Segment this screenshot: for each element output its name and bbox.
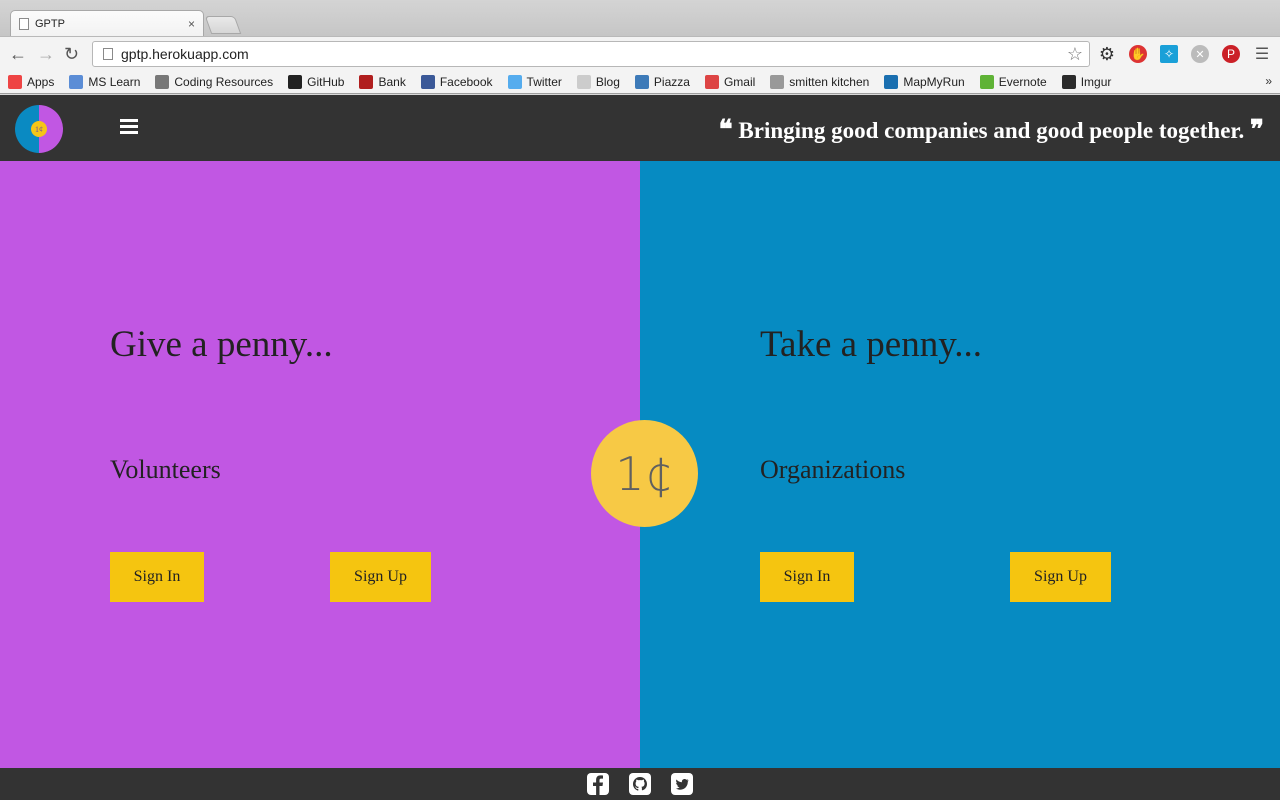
bookmark-label: Blog — [595, 74, 620, 89]
organization-sign-up-button[interactable]: Sign Up — [1010, 552, 1111, 602]
close-extension-icon[interactable]: ✕ — [1191, 45, 1209, 63]
bookmark-favicon-icon — [8, 74, 22, 89]
page-icon — [103, 48, 113, 60]
twitter-icon[interactable] — [670, 772, 694, 796]
bookmark-label: Evernote — [998, 74, 1047, 89]
reload-icon[interactable]: ↻ — [64, 44, 79, 64]
bookmark-apps[interactable]: Apps — [8, 74, 55, 89]
new-tab-button[interactable] — [204, 16, 242, 34]
bookmarks-bar: Apps MS Learn Coding Resources GitHub Bank Fa… — [0, 70, 1280, 94]
hamburger-menu-icon[interactable] — [120, 119, 138, 137]
bookmark-label: Coding Resources — [174, 74, 274, 89]
bookmark-favicon-icon — [1061, 74, 1076, 89]
bookmark-favicon-icon — [576, 74, 591, 89]
bookmark-label: smitten kitchen — [789, 74, 870, 89]
site-footer — [0, 768, 1280, 800]
close-quote-icon: ❞ — [1250, 115, 1264, 145]
bookmark-favicon-icon — [884, 74, 899, 89]
page-icon — [19, 18, 29, 30]
volunteer-sign-up-button[interactable]: Sign Up — [330, 552, 431, 602]
bookmark-piazza[interactable]: Piazza — [634, 74, 690, 89]
open-quote-icon: ❝ — [718, 115, 733, 145]
close-tab-icon[interactable]: × — [188, 17, 195, 31]
bookmark-blog[interactable]: Blog — [576, 74, 620, 89]
bookmark-twitter[interactable]: Twitter — [507, 74, 562, 89]
tagline: ❝ Bringing good companies and good peopl… — [719, 115, 1264, 145]
organizations-panel: Take a penny... Organizations Sign In Si… — [640, 161, 1280, 768]
penny-badge: 1¢ — [591, 420, 698, 527]
bookmark-favicon-icon — [288, 74, 303, 89]
give-heading: Give a penny... — [110, 324, 333, 365]
back-arrow-icon[interactable]: ← — [9, 44, 27, 64]
bookmark-label: Gmail — [723, 74, 756, 89]
bookmark-favicon-icon — [359, 74, 374, 89]
forward-arrow-icon[interactable]: → — [37, 44, 55, 64]
bookmark-label: MapMyRun — [903, 74, 965, 89]
bookmark-favicon-icon — [69, 74, 84, 89]
tagline-text: Bringing good companies and good people … — [738, 118, 1245, 143]
bookmark-ms-learn[interactable]: MS Learn — [69, 74, 141, 89]
bookmark-coding-resources[interactable]: Coding Resources — [155, 74, 274, 89]
bookmark-facebook[interactable]: Facebook — [420, 74, 493, 89]
bookmark-label: MS Learn — [88, 74, 141, 89]
organizations-heading: Organizations — [760, 455, 906, 484]
bookmark-imgur[interactable]: Imgur — [1061, 74, 1112, 89]
bookmark-favicon-icon — [634, 74, 649, 89]
take-heading: Take a penny... — [760, 324, 983, 365]
bookmark-favicon-icon — [704, 74, 719, 89]
tab-title: GPTP — [35, 18, 65, 30]
bookmark-favicon-icon — [420, 74, 435, 89]
facebook-icon[interactable] — [586, 772, 610, 796]
bookmark-star-icon[interactable]: ☆ — [1067, 44, 1083, 65]
puzzle-extension-icon[interactable]: ✧ — [1160, 45, 1178, 63]
volunteers-heading: Volunteers — [110, 455, 221, 484]
browser-tab[interactable]: GPTP × — [10, 10, 204, 37]
bookmark-label: GitHub — [307, 74, 345, 89]
bookmark-label: Apps — [27, 74, 55, 89]
organization-sign-in-button[interactable]: Sign In — [760, 552, 854, 602]
address-bar[interactable]: gptp.herokuapp.com ☆ — [92, 41, 1090, 67]
tab-strip: GPTP × — [0, 0, 1280, 37]
bookmark-label: Piazza — [653, 74, 690, 89]
bookmark-github[interactable]: GitHub — [288, 74, 345, 89]
bookmark-favicon-icon — [979, 74, 994, 89]
pinterest-icon[interactable]: P — [1222, 45, 1240, 63]
bookmark-favicon-icon — [507, 74, 522, 89]
logo-coin: 1¢ — [31, 121, 47, 137]
browser-toolbar: ← → ↻ gptp.herokuapp.com ☆ ⚙ ✋ ✧ ✕ P ☰ — [0, 36, 1280, 70]
github-icon[interactable] — [628, 772, 652, 796]
volunteers-panel: Give a penny... Volunteers Sign In Sign … — [0, 161, 640, 768]
bookmark-label: Facebook — [439, 74, 493, 89]
bookmark-favicon-icon — [155, 74, 170, 89]
bookmark-label: Imgur — [1080, 74, 1112, 89]
gear-icon[interactable]: ⚙ — [1098, 44, 1116, 64]
url-text[interactable]: gptp.herokuapp.com — [121, 46, 1067, 62]
more-bookmarks-icon[interactable]: » — [1265, 74, 1272, 88]
chrome-menu-icon[interactable]: ☰ — [1253, 45, 1271, 63]
bookmark-favicon-icon — [770, 74, 785, 89]
bookmark-label: Twitter — [526, 74, 562, 89]
site-logo[interactable]: 1¢ — [15, 105, 63, 153]
bookmark-label: Bank — [378, 74, 406, 89]
adblock-icon[interactable]: ✋ — [1129, 45, 1147, 63]
bookmark-gmail[interactable]: Gmail — [704, 74, 756, 89]
site-header: 1¢ ❝ Bringing good companies and good pe… — [0, 95, 1280, 161]
bookmark-evernote[interactable]: Evernote — [979, 74, 1047, 89]
volunteer-sign-in-button[interactable]: Sign In — [110, 552, 204, 602]
bookmark-smitten-kitchen[interactable]: smitten kitchen — [770, 74, 870, 89]
bookmark-mapmyrun[interactable]: MapMyRun — [884, 74, 965, 89]
bookmark-bank[interactable]: Bank — [359, 74, 406, 89]
